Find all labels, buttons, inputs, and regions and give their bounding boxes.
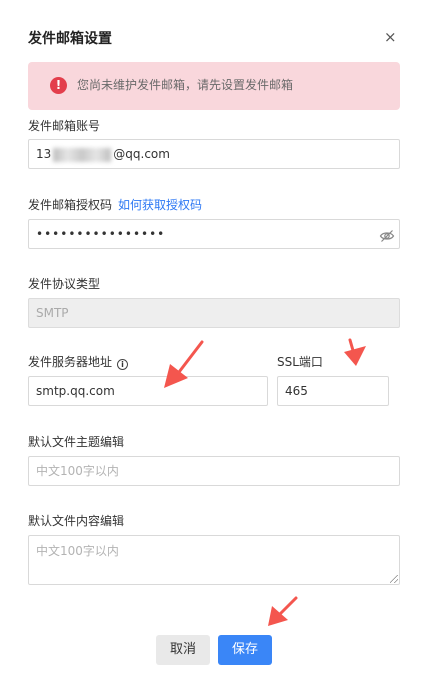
alert-message: 您尚未维护发件邮箱，请先设置发件邮箱 <box>77 78 294 92</box>
server-label-text: 发件服务器地址 <box>28 355 113 369</box>
protocol-label: 发件协议类型 <box>28 277 101 291</box>
content-textarea[interactable]: 中文100字以内 <box>28 535 400 585</box>
server-label: 发件服务器地址 i <box>28 354 129 371</box>
auth-code-label-text: 发件邮箱授权码 <box>28 198 113 212</box>
info-icon[interactable]: i <box>117 359 129 370</box>
email-field[interactable]: 13 @qq.com <box>28 139 400 169</box>
dialog-title: 发件邮箱设置 <box>28 31 112 47</box>
how-to-get-auth-code-link[interactable]: 如何获取授权码 <box>118 198 202 212</box>
warning-icon: ! <box>50 77 67 94</box>
eye-slash-icon[interactable] <box>379 226 395 248</box>
annotation-arrow-icon <box>344 338 366 366</box>
server-address-field[interactable]: smtp.qq.com <box>28 376 268 406</box>
annotation-arrow-icon <box>164 340 204 388</box>
annotation-arrow-icon <box>268 596 298 626</box>
email-value-prefix: 13 <box>36 147 52 161</box>
auth-code-label: 发件邮箱授权码 如何获取授权码 <box>28 197 202 214</box>
resize-handle-icon[interactable] <box>390 575 398 583</box>
cancel-button[interactable]: 取消 <box>156 635 210 665</box>
save-button[interactable]: 保存 <box>218 635 272 665</box>
email-value-suffix: @qq.com <box>113 147 170 161</box>
redacted-text <box>53 147 112 162</box>
ssl-port-field[interactable]: 465 <box>277 376 389 406</box>
content-placeholder: 中文100字以内 <box>36 544 119 558</box>
auth-code-field[interactable]: •••••••••••••••• <box>28 219 400 249</box>
subject-label: 默认文件主题编辑 <box>28 435 125 449</box>
protocol-field: SMTP <box>28 298 400 328</box>
email-settings-dialog: 发件邮箱设置 × ! 您尚未维护发件邮箱，请先设置发件邮箱 发件邮箱账号 13 @… <box>0 0 424 691</box>
email-label: 发件邮箱账号 <box>28 119 101 133</box>
auth-code-value: •••••••••••••••• <box>36 227 166 241</box>
warning-alert: ! 您尚未维护发件邮箱，请先设置发件邮箱 <box>28 62 400 110</box>
subject-input[interactable]: 中文100字以内 <box>28 456 400 486</box>
ssl-port-label: SSL端口 <box>277 355 323 369</box>
content-label: 默认文件内容编辑 <box>28 514 125 528</box>
close-icon[interactable]: × <box>384 28 397 46</box>
subject-placeholder: 中文100字以内 <box>36 464 119 478</box>
